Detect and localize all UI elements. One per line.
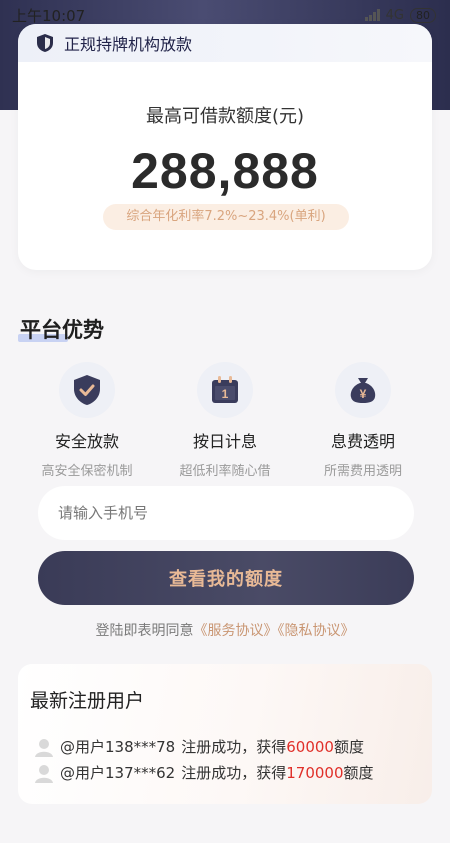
- advantage-item: 1 按日计息 超低利率随心借: [160, 362, 290, 479]
- rate-badge: 综合年化利率7.2%~23.4%(单利): [103, 204, 349, 230]
- list-item: @用户138***78 注册成功，获得60000额度: [34, 736, 364, 757]
- quota-highlight: 60000: [286, 738, 334, 756]
- user-message: 注册成功，获得60000额度: [181, 736, 364, 757]
- agreement-row: 登陆即表明同意《服务协议》《隐私协议》: [0, 620, 450, 640]
- advantage-desc: 超低利率随心借: [179, 464, 271, 479]
- quota-label: 最高可借款额度(元): [145, 106, 305, 127]
- message-suffix: 额度: [343, 764, 374, 782]
- check-quota-button[interactable]: 查看我的额度: [38, 551, 414, 605]
- quota-highlight: 170000: [286, 764, 344, 782]
- advantage-title: 按日计息: [192, 432, 257, 451]
- quota-card: 正规持牌机构放款 最高可借款额度(元) 288,888 综合年化利率7.2%~2…: [18, 24, 432, 270]
- quota-amount: 288,888: [131, 143, 319, 199]
- signal-icon: [364, 9, 380, 21]
- network-type: 4G: [385, 7, 404, 23]
- advantage-title: 息费透明: [330, 432, 395, 451]
- latest-users-card: 最新注册用户 @用户138***78 注册成功，获得60000额度 @用户137…: [18, 664, 432, 804]
- user-name: @用户137***62: [60, 764, 176, 782]
- list-item: @用户137***62 注册成功，获得170000额度: [34, 762, 374, 783]
- latest-users-title: 最新注册用户: [30, 690, 145, 712]
- money-bag-icon: ¥: [335, 362, 391, 418]
- privacy-agreement-link[interactable]: 《隐私协议》: [278, 623, 355, 639]
- license-text: 正规持牌机构放款: [64, 35, 193, 54]
- status-right: 4G 80: [364, 7, 436, 23]
- phone-input[interactable]: [38, 486, 414, 540]
- bottom-strip: [0, 830, 450, 843]
- message-suffix: 额度: [333, 738, 364, 756]
- battery-level: 80: [416, 8, 430, 22]
- advantage-desc: 所需费用透明: [323, 464, 402, 479]
- user-avatar-icon: [35, 764, 53, 783]
- advantage-item: 安全放款 高安全保密机制: [22, 362, 152, 479]
- user-message: 注册成功，获得170000额度: [181, 762, 373, 783]
- user-name: @用户138***78: [60, 738, 176, 756]
- user-avatar-icon: [35, 738, 53, 757]
- advantage-item: ¥ 息费透明 所需费用透明: [298, 362, 428, 479]
- advantage-list: 安全放款 高安全保密机制 1 按日计息 超低利率随心借 ¥ 息费透明 所需费用透…: [0, 362, 450, 479]
- svg-text:1: 1: [222, 387, 229, 401]
- shield-icon: [37, 34, 53, 52]
- status-time: 上午10:07: [12, 6, 86, 25]
- advantage-desc: 高安全保密机制: [41, 464, 133, 479]
- message-text: 注册成功，获得: [181, 764, 287, 782]
- service-agreement-link[interactable]: 《服务协议》: [194, 623, 278, 639]
- message-text: 注册成功，获得: [181, 738, 287, 756]
- status-bar: 上午10:07 4G 80: [0, 0, 450, 30]
- advantage-title: 安全放款: [54, 432, 119, 451]
- shield-check-icon: [59, 362, 115, 418]
- battery-icon: 80: [410, 7, 436, 23]
- agreement-prefix: 登陆即表明同意: [95, 623, 194, 639]
- svg-text:¥: ¥: [360, 387, 367, 401]
- calendar-icon: 1: [197, 362, 253, 418]
- section-title: 平台优势: [20, 318, 104, 342]
